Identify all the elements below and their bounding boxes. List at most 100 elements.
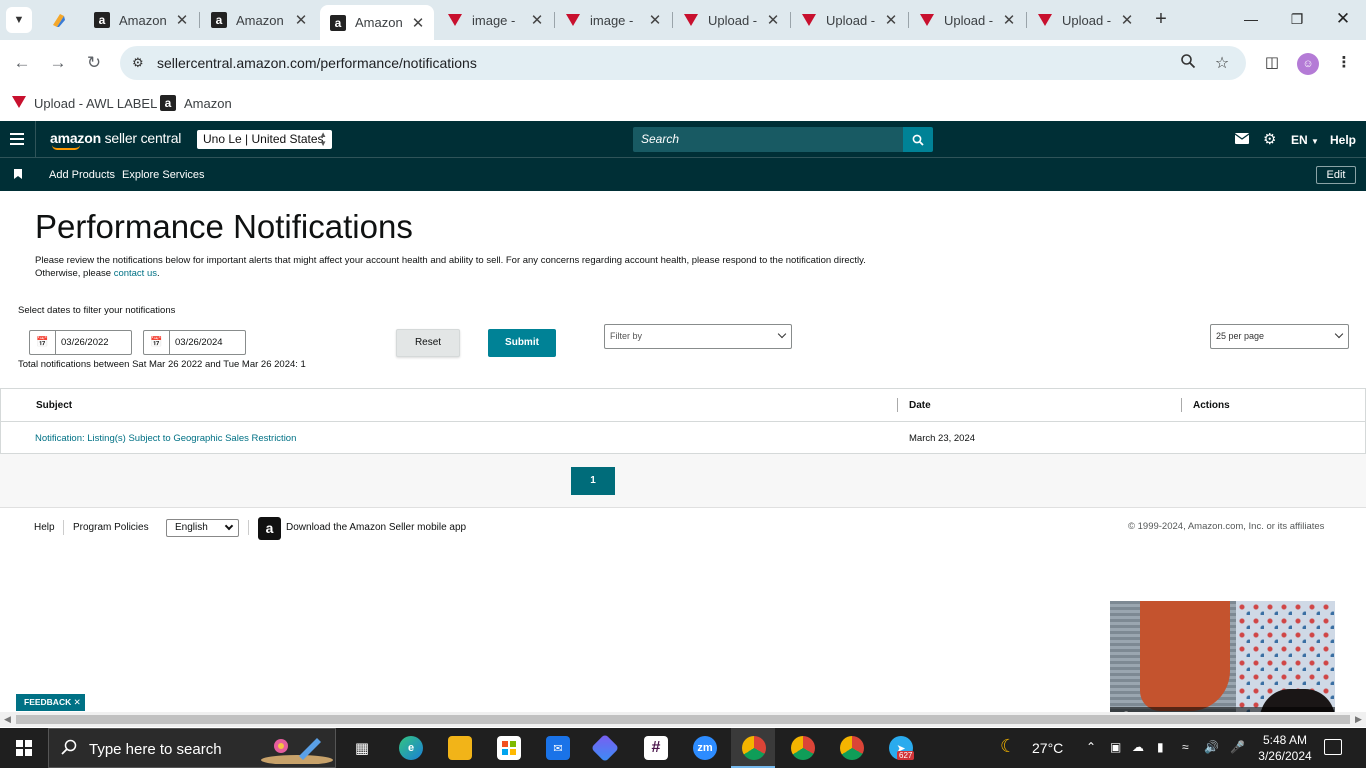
close-window-button[interactable]: ✕ — [1332, 8, 1354, 30]
tab-1[interactable]: a Amazon ✕ — [84, 5, 198, 35]
side-panel-icon[interactable]: ◫ — [1260, 51, 1284, 75]
forward-button[interactable]: → — [46, 51, 70, 75]
task-view-icon[interactable]: ▦ — [350, 736, 374, 760]
edit-nav-button[interactable]: Edit — [1316, 166, 1356, 184]
pinned-tab[interactable] — [48, 9, 70, 31]
back-button[interactable]: ← — [10, 51, 34, 75]
restore-button[interactable]: ❐ — [1286, 8, 1308, 30]
scrollbar-thumb[interactable] — [16, 715, 1350, 724]
tab-4[interactable]: image - ✕ — [437, 5, 553, 35]
new-tab-button[interactable]: + — [1150, 8, 1172, 30]
filter-by-select[interactable]: Filter by — [604, 324, 792, 349]
file-explorer-icon[interactable] — [448, 736, 472, 760]
reset-button[interactable]: Reset — [396, 329, 460, 357]
horizontal-scrollbar[interactable]: ◀ ▶ — [0, 712, 1366, 727]
settings-gear-icon[interactable]: ⚙ — [1263, 130, 1276, 148]
tab-5[interactable]: image - ✕ — [555, 5, 671, 35]
submit-button[interactable]: Submit — [488, 329, 556, 357]
end-date-input[interactable]: 📅 03/26/2024 — [143, 330, 246, 355]
close-icon[interactable]: ✕ — [74, 697, 81, 707]
close-tab-icon[interactable]: ✕ — [1001, 11, 1017, 29]
tab-search-button[interactable]: ▼ — [6, 7, 32, 33]
column-header-date[interactable]: Date — [909, 400, 931, 411]
system-clock[interactable]: 5:48 AM 3/26/2024 — [1250, 732, 1320, 764]
start-date-input[interactable]: 📅 03/26/2022 — [29, 330, 132, 355]
calendar-icon[interactable]: 📅 — [144, 331, 170, 354]
close-tab-icon[interactable]: ✕ — [529, 11, 545, 29]
close-tab-icon[interactable]: ✕ — [647, 11, 663, 29]
copilot-icon[interactable] — [590, 733, 620, 763]
language-selector[interactable]: EN ▼ — [1291, 133, 1319, 147]
mail-icon[interactable]: ✉ — [546, 736, 570, 760]
reload-button[interactable]: ↻ — [82, 51, 106, 75]
battery-icon[interactable]: ▮ — [1157, 740, 1164, 754]
chrome-profile-2-icon[interactable] — [791, 736, 815, 760]
search-button[interactable] — [903, 127, 933, 152]
store-icon[interactable] — [497, 736, 521, 760]
tray-chevron-up-icon[interactable]: ⌃ — [1086, 740, 1096, 754]
wifi-icon[interactable]: ≈ — [1182, 740, 1189, 754]
calendar-icon[interactable]: 📅 — [30, 331, 56, 354]
slack-icon[interactable]: # — [644, 736, 668, 760]
amazon-app-icon[interactable]: a — [258, 517, 281, 540]
search-input[interactable] — [633, 127, 903, 152]
bookmark-amazon[interactable]: a Amazon — [160, 93, 232, 113]
scroll-right-icon[interactable]: ▶ — [1355, 714, 1362, 725]
feedback-button[interactable]: FEEDBACK ✕ — [16, 694, 85, 711]
tab-7[interactable]: Upload - ✕ — [791, 5, 907, 35]
bookmark-star-icon[interactable]: ☆ — [1212, 53, 1232, 73]
close-tab-icon[interactable]: ✕ — [765, 11, 781, 29]
url-text[interactable]: sellercentral.amazon.com/performance/not… — [157, 55, 477, 71]
close-tab-icon[interactable]: ✕ — [174, 11, 190, 29]
taskbar-search[interactable]: Type here to search — [48, 728, 336, 768]
notification-center-icon[interactable] — [1324, 739, 1342, 755]
page-1-button[interactable]: 1 — [571, 467, 615, 495]
seller-central-logo[interactable]: amazon seller central — [50, 130, 181, 150]
tab-9[interactable]: Upload - ✕ — [1027, 5, 1143, 35]
footer-program-policies-link[interactable]: Program Policies — [73, 522, 149, 533]
contact-us-link[interactable]: contact us — [114, 268, 157, 279]
hamburger-menu-icon[interactable] — [10, 133, 24, 145]
minimize-button[interactable]: — — [1240, 8, 1262, 30]
meet-now-icon[interactable]: ▣ — [1110, 740, 1121, 754]
column-header-subject[interactable]: Subject — [36, 400, 72, 411]
mail-icon[interactable] — [1234, 132, 1250, 148]
zoom-icon[interactable] — [1178, 53, 1198, 73]
video-call-overlay[interactable]: maeyen galupo 🎤 — [1110, 601, 1335, 727]
bookmark-upload-awl[interactable]: Upload - AWL LABEL — [12, 93, 157, 113]
per-page-select[interactable]: 25 per page — [1210, 324, 1349, 349]
bookmark-icon[interactable] — [14, 169, 22, 179]
help-link[interactable]: Help — [1330, 133, 1356, 147]
nav-add-products[interactable]: Add Products — [49, 169, 115, 181]
account-switcher[interactable]: Uno Le | United States ▲ ▼ — [197, 130, 332, 149]
close-tab-icon[interactable]: ✕ — [883, 11, 899, 29]
chrome-profile-3-icon[interactable] — [840, 736, 864, 760]
download-app-link[interactable]: Download the Amazon Seller mobile app — [286, 522, 466, 533]
tab-2[interactable]: a Amazon ✕ — [201, 5, 317, 35]
close-tab-icon[interactable]: ✕ — [293, 11, 309, 29]
notification-subject-link[interactable]: Notification: Listing(s) Subject to Geog… — [35, 433, 296, 444]
footer-language-select[interactable]: English — [166, 519, 239, 537]
close-tab-icon[interactable]: ✕ — [1119, 11, 1135, 29]
address-bar[interactable]: ⚙ sellercentral.amazon.com/performance/n… — [120, 46, 1246, 80]
tab-3-active[interactable]: a Amazon ✕ — [320, 5, 434, 40]
profile-avatar[interactable]: ☺ — [1297, 53, 1319, 75]
scroll-left-icon[interactable]: ◀ — [4, 714, 11, 725]
onedrive-icon[interactable]: ☁ — [1132, 740, 1144, 754]
browser-menu-icon[interactable]: ⋮ — [1332, 51, 1356, 75]
weather-icon[interactable]: ☾ — [1000, 736, 1016, 757]
volume-icon[interactable]: 🔊 — [1204, 740, 1219, 754]
tab-6[interactable]: Upload - ✕ — [673, 5, 789, 35]
close-tab-icon[interactable]: ✕ — [410, 14, 426, 32]
zoom-icon[interactable]: zm — [693, 736, 717, 760]
edge-icon[interactable]: e — [399, 736, 423, 760]
chrome-icon[interactable] — [742, 736, 766, 760]
site-info-icon[interactable]: ⚙ — [132, 55, 148, 71]
microphone-icon[interactable]: 🎤 — [1230, 740, 1245, 754]
nav-explore-services[interactable]: Explore Services — [122, 169, 205, 181]
pagination: 1 — [0, 454, 1366, 508]
footer-help-link[interactable]: Help — [34, 522, 55, 533]
windows-start-icon[interactable] — [16, 740, 32, 756]
tab-8[interactable]: Upload - ✕ — [909, 5, 1025, 35]
weather-temp[interactable]: 27°C — [1032, 740, 1063, 756]
